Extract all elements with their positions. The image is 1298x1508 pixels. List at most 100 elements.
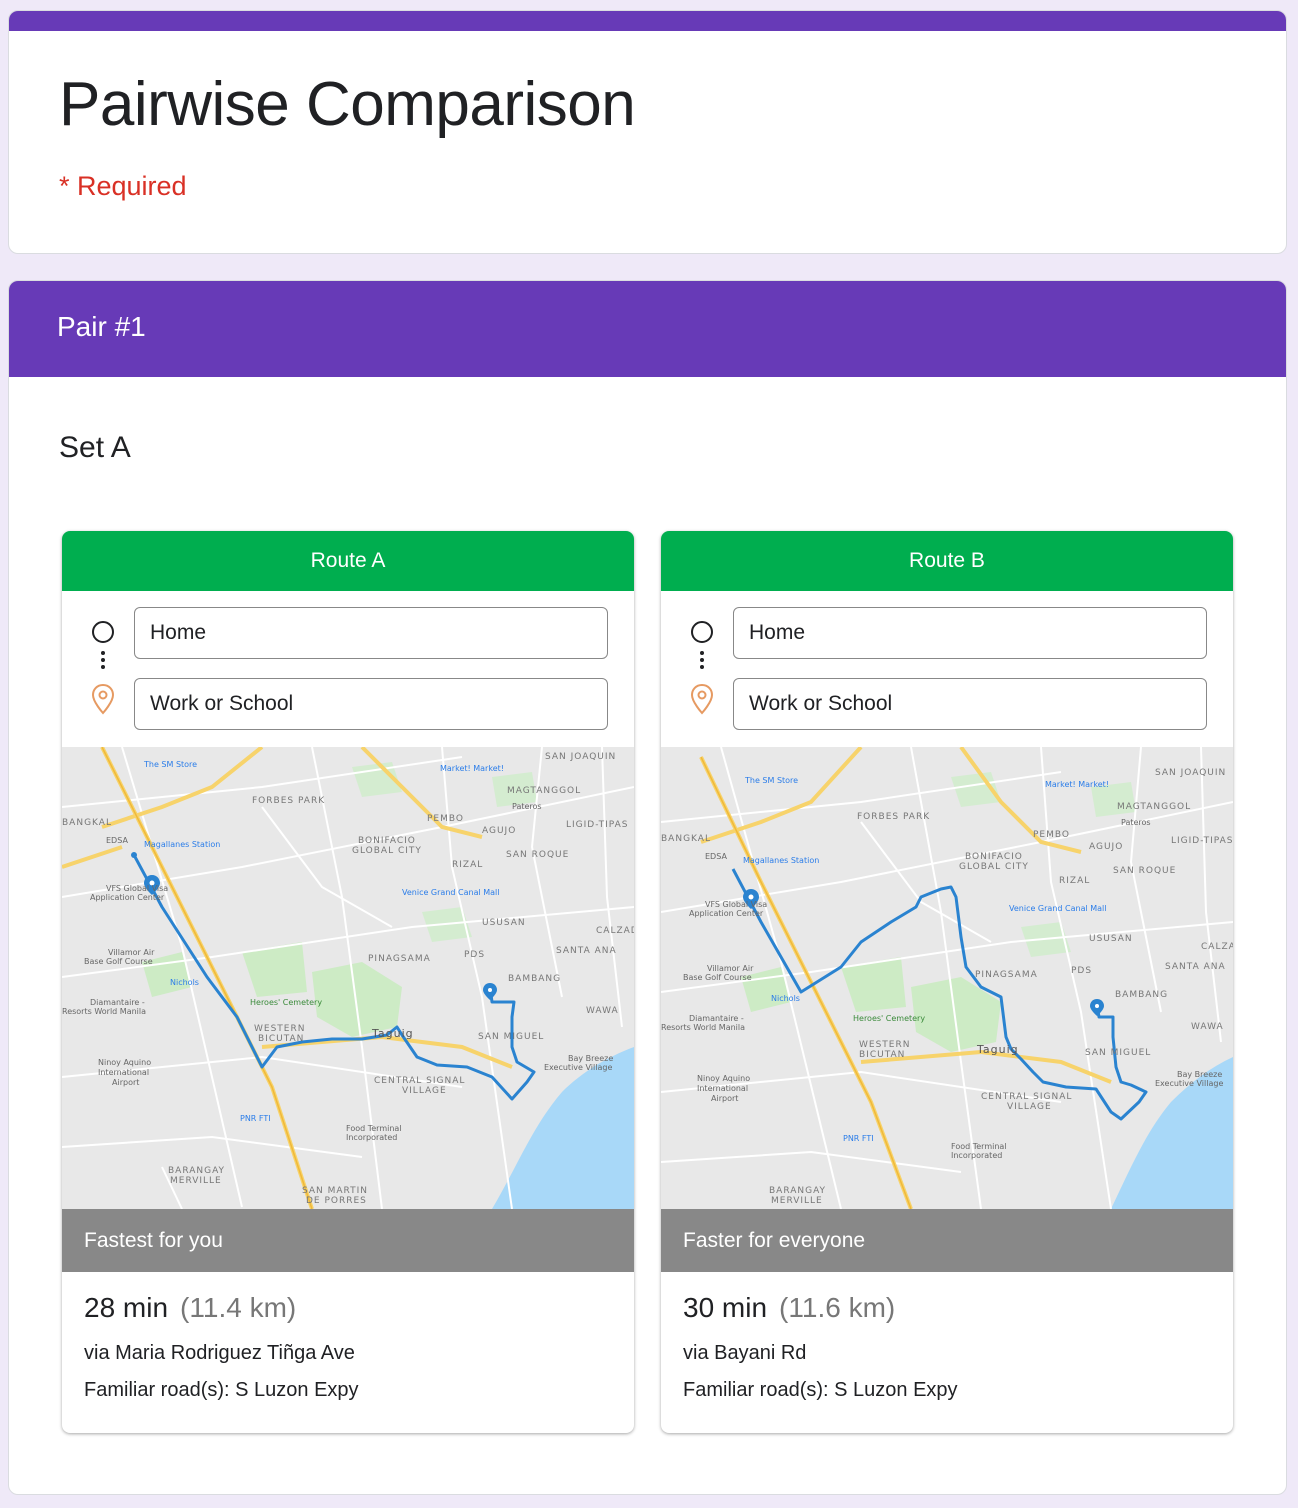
svg-text:Incorporated: Incorporated	[951, 1151, 1002, 1160]
svg-text:LIGID-TIPAS: LIGID-TIPAS	[566, 820, 629, 830]
svg-text:BICUTAN: BICUTAN	[258, 1034, 304, 1044]
svg-text:FORBES PARK: FORBES PARK	[857, 812, 930, 822]
svg-text:CENTRAL SIGNAL: CENTRAL SIGNAL	[374, 1076, 465, 1086]
svg-text:USUSAN: USUSAN	[1089, 934, 1133, 944]
svg-text:Nichols: Nichols	[771, 994, 800, 1003]
svg-text:Airport: Airport	[711, 1094, 738, 1103]
svg-text:Villamor Air: Villamor Air	[707, 964, 754, 973]
route-via: via Maria Rodriguez Tiñga Ave	[84, 1342, 355, 1364]
svg-text:Bay Breeze: Bay Breeze	[568, 1054, 613, 1063]
svg-text:WESTERN: WESTERN	[254, 1024, 305, 1034]
svg-text:Taguig: Taguig	[371, 1027, 414, 1040]
svg-text:Diamantaire -: Diamantaire -	[90, 998, 145, 1007]
svg-text:EDSA: EDSA	[705, 852, 727, 861]
circle-icon	[92, 621, 114, 643]
svg-text:Nichols: Nichols	[170, 978, 199, 987]
svg-text:Base Golf Course: Base Golf Course	[84, 957, 153, 966]
svg-text:SAN MIGUEL: SAN MIGUEL	[1085, 1048, 1151, 1058]
svg-text:MAGTANGGOL: MAGTANGGOL	[507, 786, 581, 796]
destination-field[interactable]: Work or School	[733, 678, 1207, 730]
origin-field[interactable]: Home	[733, 607, 1207, 659]
route-title: Route A	[62, 531, 634, 591]
svg-text:International: International	[697, 1084, 748, 1093]
route-distance: (11.4 km)	[180, 1292, 297, 1323]
svg-text:SAN JOAQUIN: SAN JOAQUIN	[545, 752, 616, 762]
route-time-row: 30 min (11.6 km)	[683, 1292, 1223, 1324]
origin-field[interactable]: Home	[134, 607, 608, 659]
svg-text:Heroes' Cemetery: Heroes' Cemetery	[853, 1014, 925, 1023]
svg-text:Executive Village: Executive Village	[1155, 1079, 1223, 1088]
svg-text:PDS: PDS	[1071, 966, 1092, 976]
svg-text:CENTRAL SIGNAL: CENTRAL SIGNAL	[981, 1092, 1072, 1102]
svg-text:MERVILLE: MERVILLE	[170, 1176, 222, 1186]
svg-text:SANTA ANA: SANTA ANA	[556, 946, 617, 956]
route-distance: (11.6 km)	[779, 1292, 896, 1323]
section-card: Pair #1 Set A Route A Home Work or Schoo…	[8, 280, 1287, 1495]
svg-text:AGUJO: AGUJO	[482, 826, 516, 836]
route-map: FORBES PARK BANGKAL PEMBO AGUJO MAGTANGG…	[62, 747, 634, 1209]
svg-text:Venice Grand Canal Mall: Venice Grand Canal Mall	[1009, 904, 1107, 913]
svg-text:GLOBAL CITY: GLOBAL CITY	[959, 862, 1029, 872]
svg-text:PNR FTI: PNR FTI	[240, 1114, 271, 1123]
svg-text:BARANGAY: BARANGAY	[769, 1186, 826, 1196]
svg-text:SAN ROQUE: SAN ROQUE	[1113, 866, 1176, 876]
route-title: Route B	[661, 531, 1233, 591]
section-header: Pair #1	[9, 281, 1286, 377]
svg-text:BONIFACIO: BONIFACIO	[965, 852, 1023, 862]
svg-text:WESTERN: WESTERN	[859, 1040, 910, 1050]
svg-text:CALZADA: CALZADA	[1201, 942, 1233, 952]
route-info: 28 min (11.4 km) via Maria Rodriguez Tiñg…	[84, 1272, 624, 1402]
svg-text:RIZAL: RIZAL	[1059, 876, 1090, 886]
svg-text:PINAGSAMA: PINAGSAMA	[368, 954, 431, 964]
svg-text:BARANGAY: BARANGAY	[168, 1166, 225, 1176]
svg-text:BAMBANG: BAMBANG	[508, 974, 561, 984]
svg-text:FORBES PARK: FORBES PARK	[252, 796, 325, 806]
svg-text:SAN ROQUE: SAN ROQUE	[506, 850, 569, 860]
form-accent-bar	[9, 11, 1286, 31]
svg-text:BANGKAL: BANGKAL	[62, 818, 112, 828]
svg-text:The SM Store: The SM Store	[143, 760, 197, 769]
dotted-connector-icon	[101, 651, 105, 677]
svg-text:Resorts World Manila: Resorts World Manila	[661, 1023, 745, 1032]
set-label: Set A	[59, 431, 131, 464]
route-inputs: Home Work or School	[661, 591, 1233, 747]
svg-text:DE PORRES: DE PORRES	[306, 1196, 367, 1206]
route-time: 28 min	[84, 1292, 169, 1323]
route-time-row: 28 min (11.4 km)	[84, 1292, 624, 1324]
svg-text:The SM Store: The SM Store	[744, 776, 798, 785]
destination-field[interactable]: Work or School	[134, 678, 608, 730]
route-familiar-roads: Familiar road(s): S Luzon Expy	[683, 1379, 958, 1401]
route-card-b: Route B Home Work or School FORBES PARK …	[661, 531, 1233, 1433]
svg-text:WAWA: WAWA	[1191, 1022, 1224, 1032]
form-title-card: Pairwise Comparison * Required	[8, 10, 1287, 254]
svg-text:SAN JOAQUIN: SAN JOAQUIN	[1155, 768, 1226, 778]
svg-text:CALZADA: CALZADA	[596, 926, 634, 936]
svg-text:Pateros: Pateros	[512, 802, 542, 811]
svg-text:Airport: Airport	[112, 1078, 139, 1087]
svg-text:Incorporated: Incorporated	[346, 1133, 397, 1142]
map-canvas: FORBES PARK BANGKAL PEMBO AGUJO MAGTANGG…	[661, 747, 1233, 1209]
svg-text:PEMBO: PEMBO	[427, 814, 464, 824]
svg-text:Market! Market!: Market! Market!	[440, 764, 504, 773]
svg-text:Taguig: Taguig	[976, 1043, 1019, 1056]
svg-text:Ninoy Aquino: Ninoy Aquino	[697, 1074, 750, 1083]
svg-text:Heroes' Cemetery: Heroes' Cemetery	[250, 998, 322, 1007]
route-inputs: Home Work or School	[62, 591, 634, 747]
svg-text:Diamantaire -: Diamantaire -	[689, 1014, 744, 1023]
route-familiar-roads: Familiar road(s): S Luzon Expy	[84, 1379, 359, 1401]
svg-text:Pateros: Pateros	[1121, 818, 1151, 827]
svg-text:BICUTAN: BICUTAN	[859, 1050, 905, 1060]
svg-text:VFS Global Visa: VFS Global Visa	[705, 900, 767, 909]
svg-text:BONIFACIO: BONIFACIO	[358, 836, 416, 846]
svg-text:Food Terminal: Food Terminal	[951, 1142, 1007, 1151]
svg-text:PNR FTI: PNR FTI	[843, 1134, 874, 1143]
route-banner: Faster for everyone	[661, 1209, 1233, 1272]
svg-text:Ninoy Aquino: Ninoy Aquino	[98, 1058, 151, 1067]
svg-text:BANGKAL: BANGKAL	[661, 834, 711, 844]
svg-text:Application Center: Application Center	[689, 909, 764, 918]
form-title: Pairwise Comparison	[59, 70, 636, 139]
svg-text:SAN MARTIN: SAN MARTIN	[302, 1186, 368, 1196]
route-card-a: Route A Home Work or School FORBES PARK …	[62, 531, 634, 1433]
location-pin-icon	[690, 683, 714, 715]
svg-text:Base Golf Course: Base Golf Course	[683, 973, 752, 982]
